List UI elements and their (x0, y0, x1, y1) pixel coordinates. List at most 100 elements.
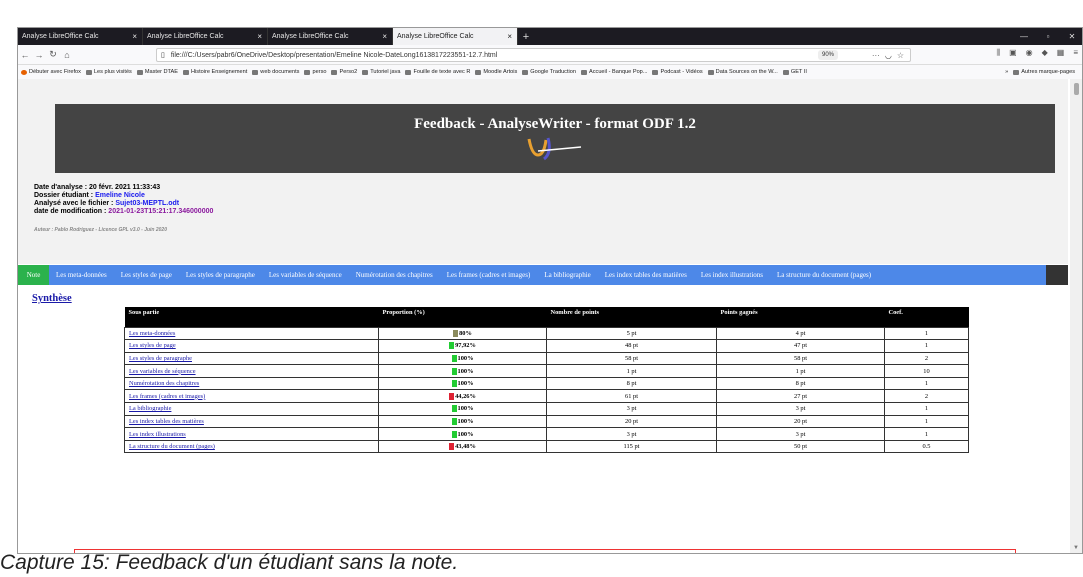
summary-table: Sous partie Proportion (%) Nombre de poi… (124, 307, 969, 454)
gained-cell: 8 pt (716, 376, 885, 391)
new-tab-button[interactable]: + (518, 28, 534, 45)
bookmark-label: Moodle Artois (483, 69, 518, 75)
forward-icon[interactable]: → (32, 50, 46, 60)
browser-tab-4[interactable]: Analyse LibreOffice Calc × (393, 28, 518, 45)
subpart-link[interactable]: Les frames (cadres et images) (129, 393, 205, 400)
gained-cell: 20 pt (716, 414, 885, 429)
proportion-bar (449, 443, 455, 451)
analysis-date: 20 févr. 2021 11:33:43 (88, 184, 161, 191)
close-window-icon[interactable]: ✕ (1060, 32, 1082, 41)
subpart-link[interactable]: Les index illustrations (129, 431, 186, 438)
menu-item[interactable]: Les variables de séquence (262, 271, 349, 279)
bookmark-item[interactable]: web documents (252, 69, 299, 75)
bookmark-item[interactable]: Google Traduction (522, 69, 576, 75)
meta-label: date de modification : (34, 208, 109, 215)
bookmarks-overflow-button[interactable]: » (1005, 69, 1008, 75)
browser-tab-1[interactable]: Analyse LibreOffice Calc × (18, 28, 143, 45)
proportion-cell: 44,26% (378, 389, 547, 404)
student-folder: Emeline Nicole (95, 192, 145, 199)
points-cell: 20 pt (546, 414, 717, 429)
table-row: Les styles de paragraphe 100% 58 pt 58 pt 2 (124, 351, 969, 366)
tab-label: Analyse LibreOffice Calc (272, 33, 349, 40)
library-icon[interactable]: ⫼ (996, 48, 1000, 58)
subpart-cell: Les index illustrations (124, 427, 379, 441)
menu-item[interactable]: La bibliographie (537, 271, 597, 279)
section-title[interactable]: Synthèse (32, 293, 72, 304)
menu-item[interactable]: La structure du document (pages) (770, 271, 878, 279)
bookmark-item[interactable]: GET II (782, 69, 807, 75)
reload-icon[interactable]: ↻ (46, 49, 60, 60)
bookmark-item[interactable]: Perso2 (331, 69, 357, 75)
bookmark-item[interactable]: Moodle Artois (475, 69, 517, 75)
folder-icon (1013, 69, 1020, 75)
address-bar[interactable]: ▯ file:///C:/Users/pabr6/OneDrive/Deskto… (156, 48, 911, 62)
browser-tab-2[interactable]: Analyse LibreOffice Calc × (143, 28, 268, 45)
account-icon[interactable]: ◉ (1026, 48, 1033, 58)
proportion-bar (451, 405, 457, 413)
menu-item[interactable]: Les index illustrations (694, 271, 770, 279)
column-header: Coef. (884, 307, 969, 327)
menu-item[interactable]: Note (18, 265, 49, 285)
close-icon[interactable]: × (132, 32, 137, 41)
meta-label: Dossier étudiant : (34, 192, 96, 199)
table-row: Les index illustrations 100% 3 pt 3 pt 1 (124, 427, 969, 441)
maximize-icon[interactable]: ▫ (1036, 32, 1060, 41)
close-icon[interactable]: × (382, 32, 387, 41)
apps-icon[interactable]: ▦ (1057, 48, 1065, 58)
table-row: Les frames (cadres et images) 44,26% 61 pt… (124, 389, 969, 404)
bookmark-item[interactable]: Débuter avec Firefox (21, 69, 81, 75)
menu-icon[interactable]: ≡ (1073, 48, 1078, 58)
home-icon[interactable]: ⌂ (60, 50, 74, 60)
subpart-link[interactable]: Les styles de paragraphe (129, 355, 192, 362)
folder-icon (331, 69, 338, 75)
bookmark-item[interactable]: Les plus visités (85, 69, 132, 75)
bookmark-item[interactable]: perso (304, 69, 326, 75)
close-icon[interactable]: × (257, 32, 262, 41)
bookmark-item[interactable]: Data Sources on the W... (707, 69, 778, 75)
more-icon[interactable]: ··· (872, 51, 880, 60)
bookmark-item[interactable]: Master DTAE (136, 69, 178, 75)
menu-item[interactable]: Numérotation des chapitres (349, 271, 440, 279)
subpart-link[interactable]: La structure du document (pages) (129, 443, 215, 450)
subpart-link[interactable]: Les meta-données (129, 330, 175, 337)
coef-cell: 1 (884, 427, 969, 441)
bookmark-label: Autres marque-pages (1021, 69, 1075, 75)
bookmark-item[interactable]: Accueil - Banque Pop... (581, 69, 647, 75)
subpart-link[interactable]: La bibliographie (129, 405, 171, 412)
gained-cell: 4 pt (716, 326, 885, 341)
coef-cell: 2 (884, 351, 969, 366)
bookmark-label: Google Traduction (530, 69, 576, 75)
scrollbar[interactable]: ▼ (1070, 79, 1082, 553)
bookmark-item[interactable]: Fouille de texte avec R (405, 69, 470, 75)
page-title: Feedback - AnalyseWriter - format ODF 1.… (414, 116, 696, 132)
subpart-link[interactable]: Les styles de page (129, 342, 176, 349)
zoom-level[interactable]: 90% (817, 50, 838, 60)
coef-cell: 1 (884, 414, 969, 429)
sidebar-icon[interactable]: ▣ (1009, 48, 1017, 58)
analyzed-file: Sujet03-MEPTL.odt (115, 200, 180, 207)
menu-item[interactable]: Les meta-données (49, 271, 114, 279)
close-icon[interactable]: × (507, 32, 512, 41)
subpart-link[interactable]: Les index tables des matières (129, 418, 204, 425)
menu-item[interactable]: Les index tables des matières (598, 271, 694, 279)
proportion-cell: 100% (378, 427, 547, 441)
back-icon[interactable]: ← (18, 50, 32, 60)
scrollbar-thumb[interactable] (1074, 83, 1079, 95)
menu-item[interactable]: Les styles de page (114, 271, 179, 279)
gained-cell: 27 pt (716, 389, 885, 404)
bookmark-star-icon[interactable]: ☆ (897, 51, 904, 60)
bookmark-item[interactable]: Podcast - Vidéos (652, 69, 703, 75)
menu-item[interactable]: Les styles de paragraphe (179, 271, 262, 279)
browser-tab-3[interactable]: Analyse LibreOffice Calc × (268, 28, 393, 45)
bookmark-item[interactable]: Tutoriel java (362, 69, 400, 75)
bookmark-item[interactable]: Histoire Enseignement (183, 69, 247, 75)
other-bookmarks[interactable]: Autres marque-pages (1013, 69, 1075, 75)
proportion-cell: 97,92% (378, 339, 547, 353)
extension-icon[interactable]: ◆ (1042, 48, 1048, 58)
pocket-icon[interactable]: ◡ (885, 51, 892, 60)
minimize-icon[interactable]: — (1012, 32, 1036, 41)
section-menu: Note Les meta-données Les styles de page Le… (18, 265, 1068, 285)
subpart-link[interactable]: Les variables de séquence (129, 368, 196, 375)
menu-item[interactable]: Les frames (cadres et images) (440, 271, 538, 279)
subpart-link[interactable]: Numérotation des chapitres (129, 380, 199, 387)
